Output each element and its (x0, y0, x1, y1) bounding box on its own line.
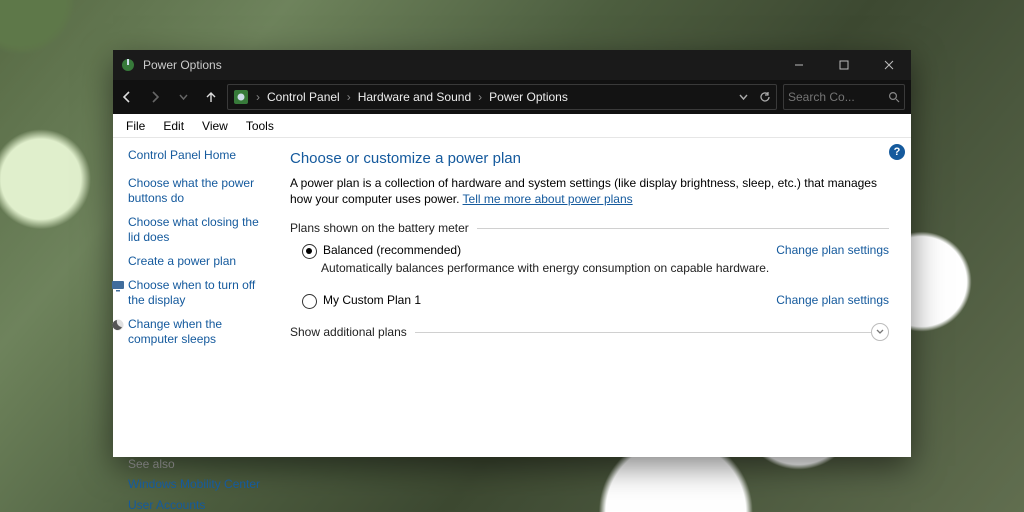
refresh-button[interactable] (754, 91, 776, 103)
minimize-button[interactable] (776, 50, 821, 80)
nav-forward-button[interactable] (141, 83, 169, 111)
recent-locations-button[interactable] (169, 83, 197, 111)
main-panel: ? Choose or customize a power plan A pow… (278, 138, 911, 457)
sidebar-item-label: Choose when to turn off the display (128, 278, 255, 307)
titlebar[interactable]: Power Options (113, 50, 911, 80)
help-icon[interactable]: ? (889, 144, 905, 160)
address-bar-row: › Control Panel › Hardware and Sound › P… (113, 80, 911, 114)
nav-up-button[interactable] (197, 83, 225, 111)
power-options-icon (120, 57, 136, 73)
chevron-right-icon: › (476, 90, 484, 104)
additional-plans-label: Show additional plans (290, 323, 889, 341)
plan-balanced-row: Balanced (recommended) Change plan setti… (290, 243, 889, 259)
expand-additional-plans-button[interactable] (871, 323, 889, 341)
group-label-text: Show additional plans (290, 325, 407, 339)
address-history-button[interactable] (732, 93, 754, 102)
sidebar-link-create-plan[interactable]: Create a power plan (128, 254, 268, 269)
sidebar-link-closing-lid[interactable]: Choose what closing the lid does (128, 215, 268, 245)
menu-bar: File Edit View Tools (113, 114, 911, 138)
search-icon (884, 91, 904, 103)
page-heading: Choose or customize a power plan (290, 150, 889, 167)
plan-balanced-change-link[interactable]: Change plan settings (776, 243, 889, 257)
menu-edit[interactable]: Edit (154, 115, 193, 137)
search-box[interactable] (783, 84, 905, 110)
menu-file[interactable]: File (117, 115, 154, 137)
plan-custom1-row: My Custom Plan 1 Change plan settings (290, 293, 889, 309)
maximize-button[interactable] (821, 50, 866, 80)
plans-group-label: Plans shown on the battery meter (290, 221, 889, 235)
divider (415, 332, 871, 333)
group-label-text: Plans shown on the battery meter (290, 221, 469, 235)
see-also-mobility-center[interactable]: Windows Mobility Center (128, 477, 268, 492)
desktop-wallpaper: Power Options › Control Panel › Hardware… (0, 0, 1024, 512)
see-also-user-accounts[interactable]: User Accounts (128, 498, 268, 512)
tell-me-more-link[interactable]: Tell me more about power plans (463, 192, 633, 206)
page-description: A power plan is a collection of hardware… (290, 175, 889, 207)
breadcrumb-hardware[interactable]: Hardware and Sound (353, 90, 476, 104)
menu-view[interactable]: View (193, 115, 237, 137)
plans-group: Plans shown on the battery meter Balance… (290, 221, 889, 309)
breadcrumb-power-options[interactable]: Power Options (484, 90, 573, 104)
plan-custom1-radio[interactable] (302, 294, 317, 309)
control-panel-icon (232, 88, 250, 106)
window-title: Power Options (143, 58, 222, 72)
moon-icon (111, 318, 125, 332)
plan-balanced-name[interactable]: Balanced (recommended) (323, 243, 461, 257)
display-icon (111, 279, 125, 293)
plan-custom1-change-link[interactable]: Change plan settings (776, 293, 889, 307)
chevron-right-icon: › (254, 90, 262, 104)
plan-balanced-radio[interactable] (302, 244, 317, 259)
additional-plans-group: Show additional plans (290, 323, 889, 341)
sidebar-link-power-buttons[interactable]: Choose what the power buttons do (128, 176, 268, 206)
close-button[interactable] (866, 50, 911, 80)
search-input[interactable] (784, 90, 884, 104)
breadcrumb-root[interactable]: Control Panel (262, 90, 345, 104)
divider (477, 228, 889, 229)
chevron-right-icon: › (345, 90, 353, 104)
sidebar: Control Panel Home Choose what the power… (113, 138, 278, 457)
nav-back-button[interactable] (113, 83, 141, 111)
sidebar-link-turn-off-display[interactable]: Choose when to turn off the display (128, 278, 268, 308)
sidebar-link-computer-sleeps[interactable]: Change when the computer sleeps (128, 317, 268, 347)
sidebar-item-label: Change when the computer sleeps (128, 317, 222, 346)
control-panel-home-link[interactable]: Control Panel Home (128, 148, 268, 162)
see-also-heading: See also (128, 457, 268, 471)
plan-custom1-name[interactable]: My Custom Plan 1 (323, 293, 421, 307)
plan-balanced-desc: Automatically balances performance with … (290, 261, 889, 275)
breadcrumb-bar[interactable]: › Control Panel › Hardware and Sound › P… (227, 84, 777, 110)
content-area: Control Panel Home Choose what the power… (113, 138, 911, 457)
menu-tools[interactable]: Tools (237, 115, 283, 137)
power-options-window: Power Options › Control Panel › Hardware… (113, 50, 911, 456)
